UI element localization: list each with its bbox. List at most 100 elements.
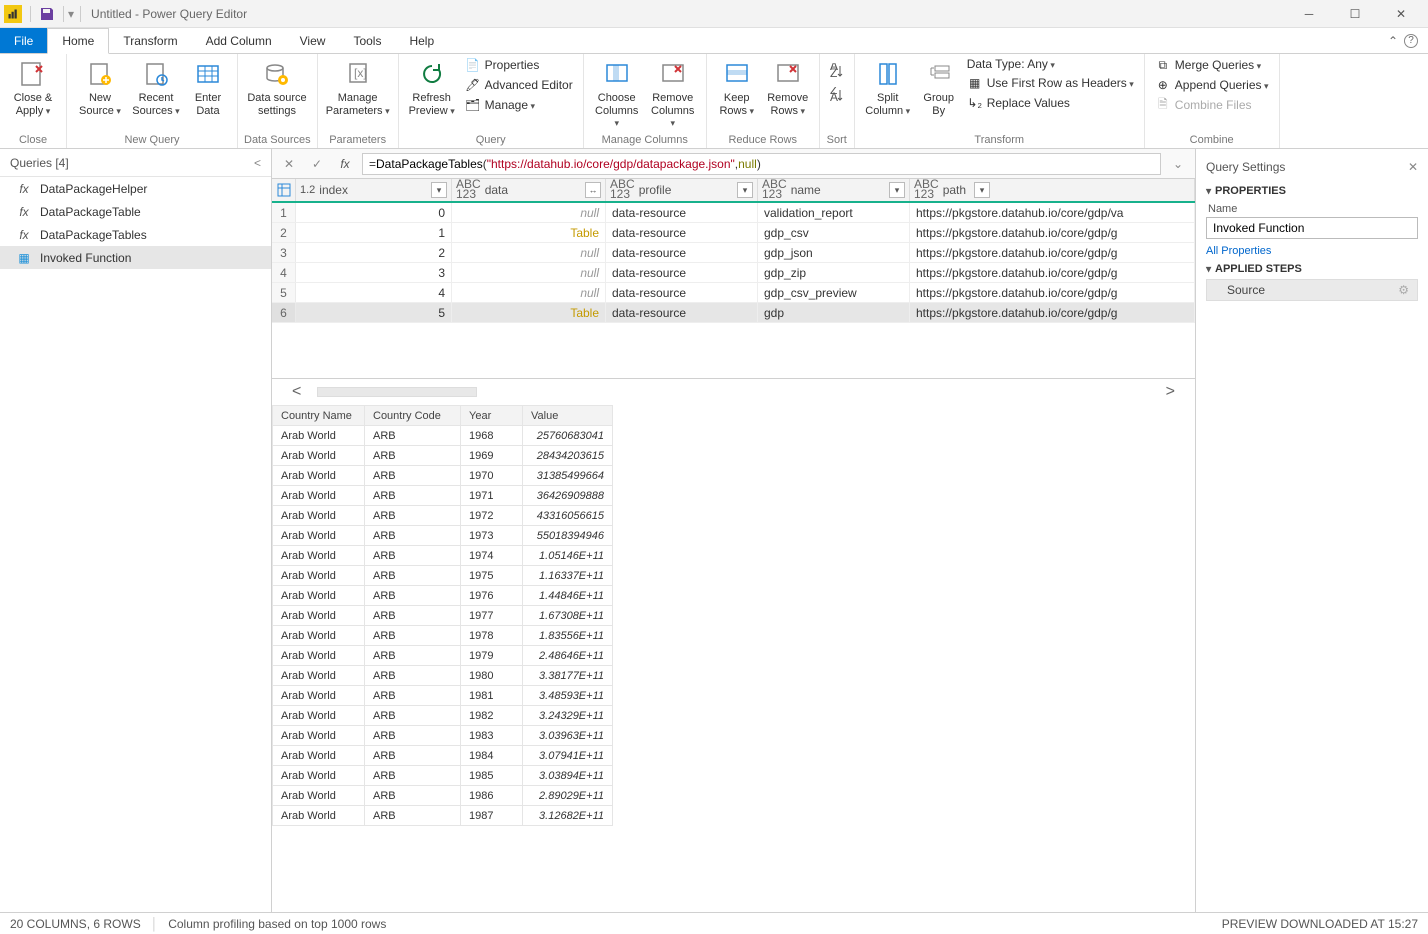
query-item[interactable]: ▦Invoked Function [0,246,271,269]
cell-path[interactable]: https://pkgstore.datahub.io/core/gdp/va [910,203,1195,222]
cell-index[interactable]: 5 [296,303,452,322]
step-source[interactable]: Source ⚙ [1206,279,1418,301]
all-properties-link[interactable]: All Properties [1206,245,1418,257]
column-expand-icon[interactable]: ↔ [585,182,601,198]
cell-path[interactable]: https://pkgstore.datahub.io/core/gdp/g [910,243,1195,262]
table-row[interactable]: 54nulldata-resourcegdp_csv_previewhttps:… [272,283,1195,303]
cell-path[interactable]: https://pkgstore.datahub.io/core/gdp/g [910,223,1195,242]
step-gear-icon[interactable]: ⚙ [1398,283,1409,297]
column-filter-icon[interactable]: ▾ [889,182,905,198]
formula-expand-icon[interactable]: ⌄ [1167,157,1189,171]
cell-profile[interactable]: data-resource [606,283,758,302]
preview-row[interactable]: Arab WorldARB19873.12682E+11 [273,806,613,826]
preview-row[interactable]: Arab WorldARB19853.03894E+11 [273,766,613,786]
query-item[interactable]: fxDataPackageHelper [0,177,271,200]
preview-row[interactable]: Arab WorldARB197355018394946 [273,526,613,546]
cell-path[interactable]: https://pkgstore.datahub.io/core/gdp/g [910,263,1195,282]
queries-collapse-icon[interactable]: < [254,156,261,170]
column-header-profile[interactable]: ABC123 profile ▾ [606,179,758,201]
cell-data[interactable]: null [452,283,606,302]
table-row[interactable]: 43nulldata-resourcegdp_ziphttps://pkgsto… [272,263,1195,283]
grid-scrollbar[interactable]: < > [272,379,1195,405]
preview-row[interactable]: Arab WorldARB196928434203615 [273,446,613,466]
sort-desc-button[interactable]: ZA [826,84,848,106]
remove-columns-button[interactable]: Remove Columns [646,56,700,132]
row-number[interactable]: 1 [272,203,296,222]
ribbon-collapse-icon[interactable]: ⌃ [1388,34,1398,48]
first-row-headers-button[interactable]: ▦Use First Row as Headers [963,74,1138,92]
group-by-button[interactable]: Group By [917,56,961,119]
row-number[interactable]: 5 [272,283,296,302]
tab-add-column[interactable]: Add Column [192,28,286,53]
table-row[interactable]: 21Tabledata-resourcegdp_csvhttps://pkgst… [272,223,1195,243]
preview-row[interactable]: Arab WorldARB197243316056615 [273,506,613,526]
cell-profile[interactable]: data-resource [606,223,758,242]
cell-profile[interactable]: data-resource [606,203,758,222]
properties-section[interactable]: PROPERTIES [1206,185,1418,197]
maximize-button[interactable]: ☐ [1332,0,1378,28]
cell-data[interactable]: null [452,203,606,222]
column-filter-icon[interactable]: ▾ [737,182,753,198]
cell-data[interactable]: null [452,263,606,282]
refresh-preview-button[interactable]: Refresh Preview [405,56,459,119]
scroll-left-icon[interactable]: < [282,383,311,401]
properties-button[interactable]: 📄Properties [461,56,577,74]
scroll-track[interactable] [317,387,477,397]
cell-index[interactable]: 4 [296,283,452,302]
data-source-settings-button[interactable]: Data source settings [244,56,310,119]
query-item[interactable]: fxDataPackageTables [0,223,271,246]
preview-row[interactable]: Arab WorldARB19751.16337E+11 [273,566,613,586]
new-source-button[interactable]: New Source [73,56,127,119]
cell-data[interactable]: null [452,243,606,262]
column-header-index[interactable]: 1.2 index ▾ [296,179,452,201]
cell-name[interactable]: gdp_zip [758,263,910,282]
advanced-editor-button[interactable]: 🖊Advanced Editor [461,76,577,94]
enter-data-button[interactable]: Enter Data [185,56,231,119]
merge-queries-button[interactable]: ⧉Merge Queries [1151,56,1273,74]
manage-parameters-button[interactable]: [x] Manage Parameters [324,56,392,119]
table-row[interactable]: 10nulldata-resourcevalidation_reporthttp… [272,203,1195,223]
preview-row[interactable]: Arab WorldARB19823.24329E+11 [273,706,613,726]
tab-tools[interactable]: Tools [339,28,395,53]
cell-name[interactable]: gdp_csv [758,223,910,242]
preview-header[interactable]: Country Code [365,406,461,426]
tab-home[interactable]: Home [47,28,109,54]
recent-sources-button[interactable]: Recent Sources [129,56,183,119]
row-number[interactable]: 4 [272,263,296,282]
cell-name[interactable]: gdp_csv_preview [758,283,910,302]
cell-data[interactable]: Table [452,223,606,242]
settings-close-icon[interactable]: ✕ [1408,160,1418,174]
cell-index[interactable]: 2 [296,243,452,262]
column-header-path[interactable]: ABC123 path ▾ [910,179,1195,201]
cell-name[interactable]: validation_report [758,203,910,222]
preview-row[interactable]: Arab WorldARB19862.89029E+11 [273,786,613,806]
keep-rows-button[interactable]: Keep Rows [713,56,761,119]
preview-header[interactable]: Year [461,406,523,426]
split-column-button[interactable]: Split Column [861,56,915,119]
ribbon-help-icon[interactable]: ? [1404,34,1418,48]
tab-file[interactable]: File [0,28,47,53]
grid-corner[interactable] [272,179,296,201]
tab-help[interactable]: Help [395,28,448,53]
sort-asc-button[interactable]: AZ [826,60,848,82]
tab-transform[interactable]: Transform [109,28,191,53]
preview-row[interactable]: Arab WorldARB19771.67308E+11 [273,606,613,626]
column-filter-icon[interactable]: ▾ [431,182,447,198]
preview-header[interactable]: Value [523,406,613,426]
preview-row[interactable]: Arab WorldARB197031385499664 [273,466,613,486]
row-number[interactable]: 6 [272,303,296,322]
preview-row[interactable]: Arab WorldARB19813.48593E+11 [273,686,613,706]
preview-row[interactable]: Arab WorldARB19792.48646E+11 [273,646,613,666]
manage-button[interactable]: 🗂Manage [461,96,577,114]
column-filter-icon[interactable]: ▾ [974,182,990,198]
preview-row[interactable]: Arab WorldARB19761.44846E+11 [273,586,613,606]
formula-commit-icon[interactable]: ✓ [306,153,328,175]
cell-index[interactable]: 1 [296,223,452,242]
row-number[interactable]: 2 [272,223,296,242]
tab-view[interactable]: View [286,28,340,53]
preview-header[interactable]: Country Name [273,406,365,426]
column-header-data[interactable]: ABC123 data ↔ [452,179,606,201]
save-icon[interactable] [39,6,55,22]
preview-row[interactable]: Arab WorldARB19843.07941E+11 [273,746,613,766]
replace-values-button[interactable]: ↳₂Replace Values [963,94,1138,112]
